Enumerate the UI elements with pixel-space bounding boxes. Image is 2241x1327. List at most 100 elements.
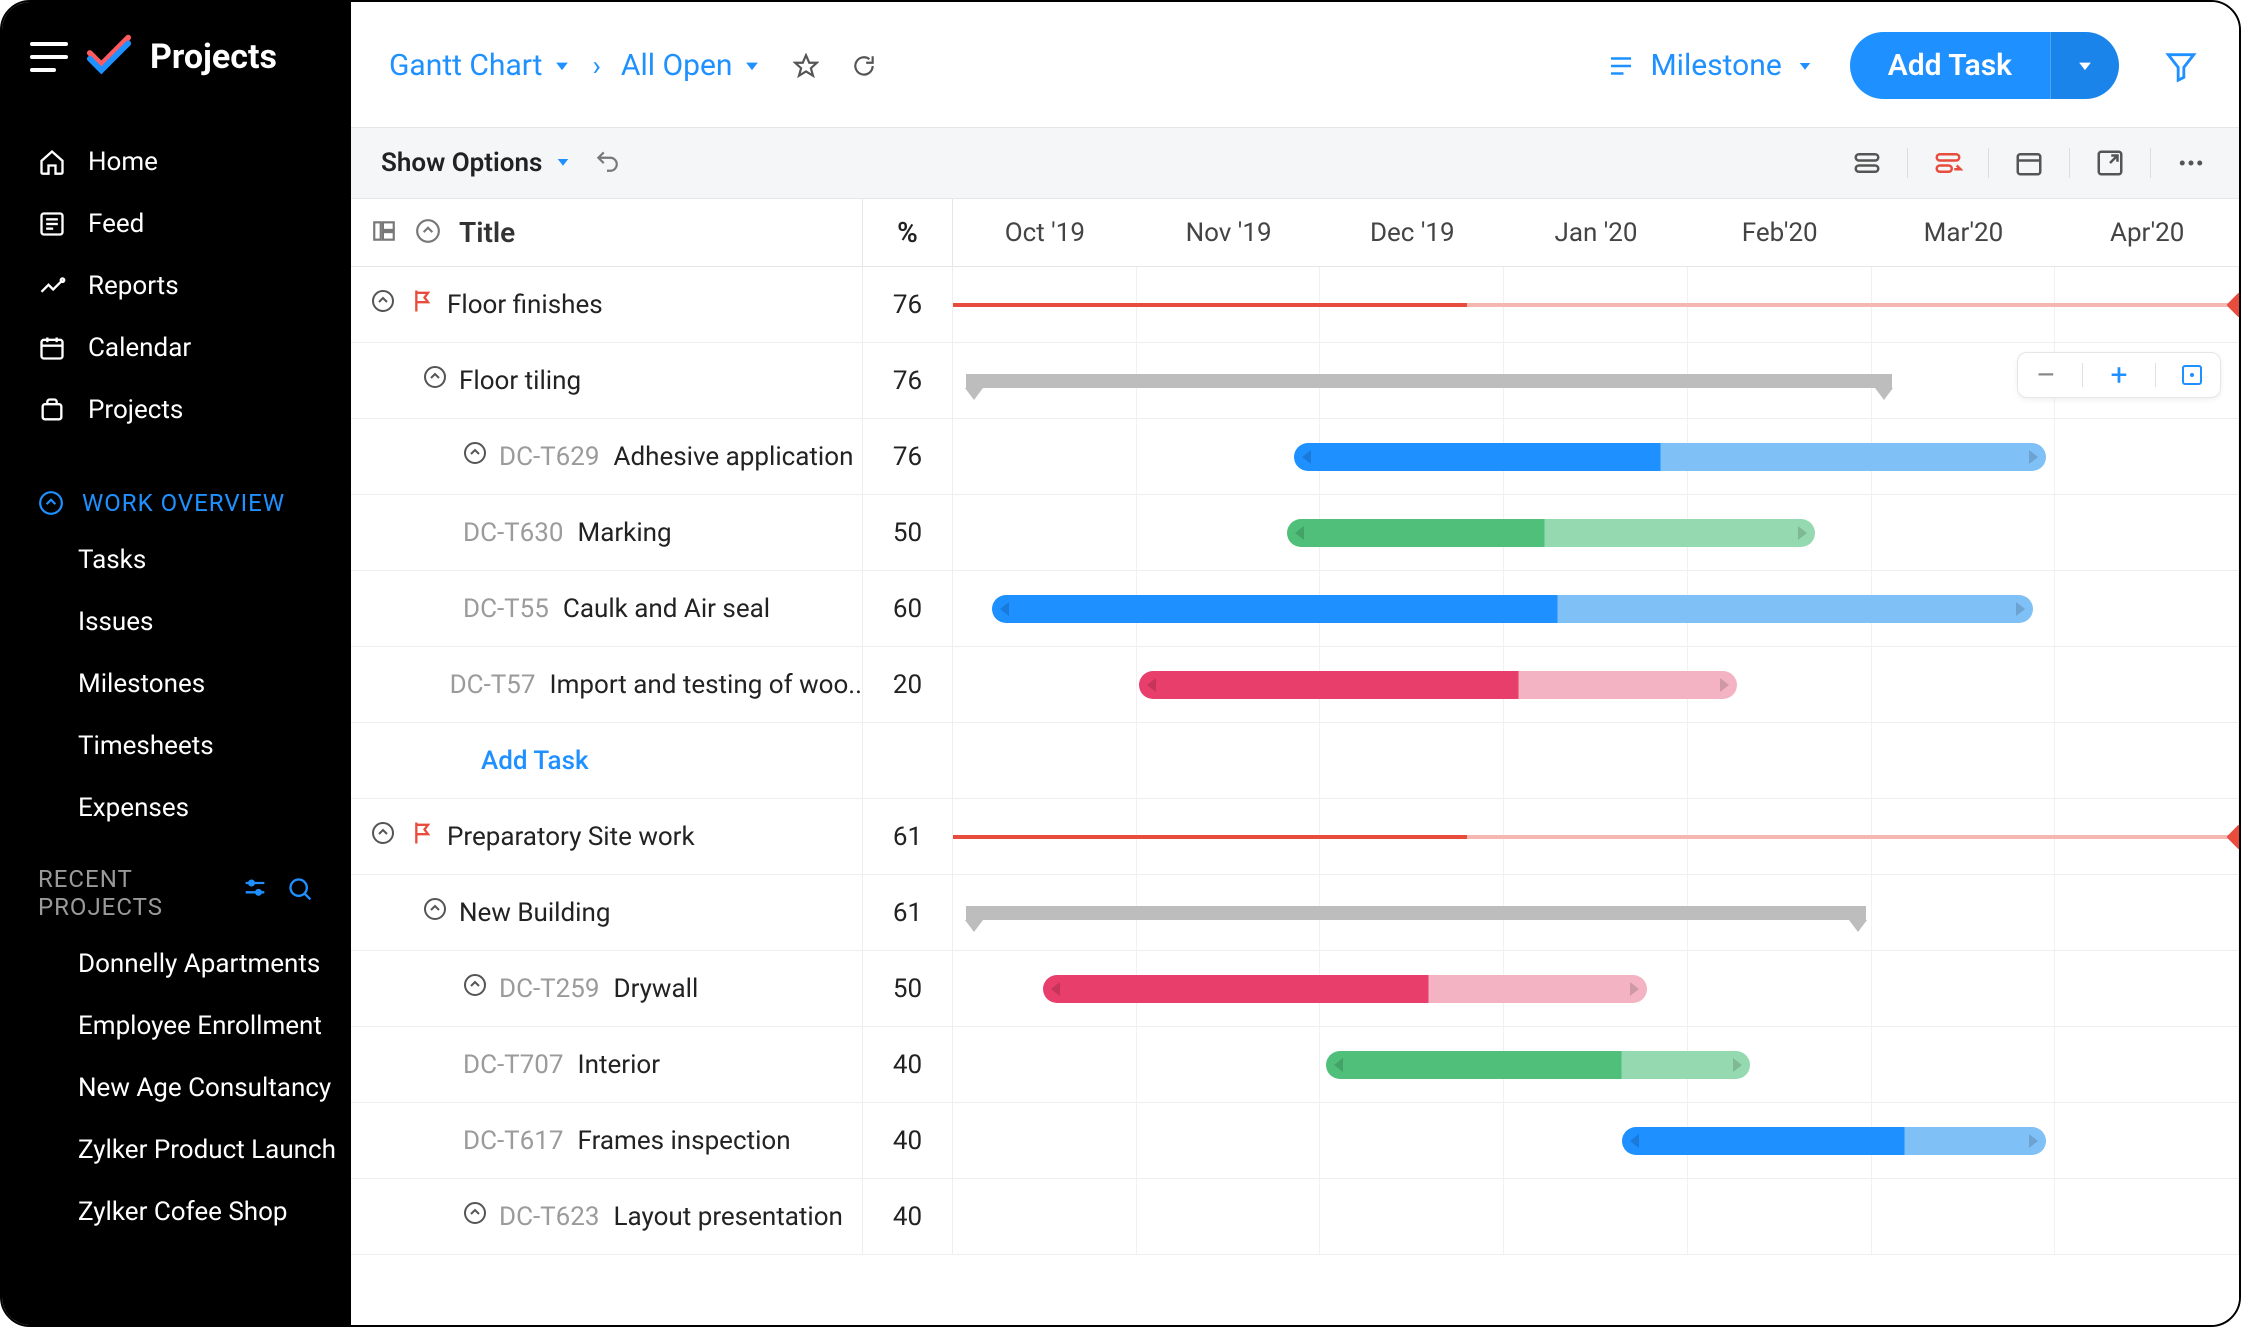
filter-button[interactable] (2161, 46, 2201, 86)
collapse-icon[interactable] (463, 1201, 487, 1232)
bar-handle-left-icon[interactable] (1051, 982, 1060, 996)
task-bar[interactable] (1139, 671, 1737, 699)
nav-reports[interactable]: Reports (2, 255, 351, 317)
collapse-icon[interactable] (463, 973, 487, 1004)
refresh-button[interactable] (850, 52, 878, 80)
nav-projects[interactable]: Projects (2, 379, 351, 441)
task-bar[interactable] (1294, 443, 2046, 471)
nav-tasks[interactable]: Tasks (2, 529, 351, 591)
undo-button[interactable] (594, 148, 624, 178)
search-icon[interactable] (287, 876, 315, 910)
timeline-cell[interactable] (953, 951, 2239, 1026)
menu-icon[interactable] (30, 42, 68, 72)
bar-handle-right-icon[interactable] (1720, 678, 1729, 692)
summary-bar[interactable] (966, 906, 1866, 920)
settings-sliders-icon[interactable] (241, 876, 269, 910)
nav-calendar[interactable]: Calendar (2, 317, 351, 379)
nav-label: Timesheets (78, 731, 214, 761)
row-title-cell[interactable]: DC-T259 Drywall (351, 951, 863, 1026)
collapse-all-icon[interactable] (415, 218, 441, 248)
timeline-cell[interactable] (953, 267, 2239, 342)
recent-project-item[interactable]: Zylker Product Launch (2, 1119, 351, 1181)
collapse-icon[interactable] (371, 289, 395, 320)
row-title-cell[interactable]: New Building (351, 875, 863, 950)
group-by-dropdown[interactable]: Milestone (1606, 48, 1813, 83)
task-bar[interactable] (1043, 975, 1647, 1003)
row-title-cell[interactable]: Floor tiling (351, 343, 863, 418)
timeline-cell[interactable] (953, 799, 2239, 874)
timeline-cell[interactable] (953, 1179, 2239, 1254)
row-title-cell[interactable]: DC-T630 Marking (351, 495, 863, 570)
timeline-cell[interactable] (953, 1103, 2239, 1178)
row-title-cell[interactable]: DC-T55 Caulk and Air seal (351, 571, 863, 646)
bar-handle-right-icon[interactable] (2029, 450, 2038, 464)
timeline-cell[interactable] (953, 495, 2239, 570)
fullscreen-button[interactable] (2092, 145, 2128, 181)
milestone-line[interactable] (953, 835, 2239, 839)
bar-handle-left-icon[interactable] (1334, 1058, 1343, 1072)
timeline-cell[interactable] (953, 571, 2239, 646)
collapse-icon[interactable] (423, 897, 447, 928)
toolbar-icon-2[interactable] (1930, 145, 1966, 181)
row-title-cell[interactable]: Floor finishes (351, 267, 863, 342)
view-dropdown[interactable]: Gantt Chart (389, 48, 572, 83)
nav-home[interactable]: Home (2, 131, 351, 193)
recent-project-item[interactable]: New Age Consultancy (2, 1057, 351, 1119)
pct-cell: 40 (863, 1179, 953, 1254)
bar-handle-left-icon[interactable] (1630, 1134, 1639, 1148)
zoom-out-button[interactable]: – (2032, 361, 2060, 389)
bar-handle-right-icon[interactable] (1630, 982, 1639, 996)
task-bar[interactable] (1622, 1127, 2046, 1155)
row-title-cell[interactable]: DC-T629 Adhesive application (351, 419, 863, 494)
timeline-cell[interactable] (953, 419, 2239, 494)
nav-issues[interactable]: Issues (2, 591, 351, 653)
nav-timesheets[interactable]: Timesheets (2, 715, 351, 777)
fit-button[interactable] (2178, 361, 2206, 389)
row-title-cell[interactable]: Preparatory Site work (351, 799, 863, 874)
timeline-cell[interactable] (953, 875, 2239, 950)
columns-icon[interactable] (371, 218, 397, 248)
today-button[interactable] (2011, 145, 2047, 181)
filter-dropdown[interactable]: All Open (621, 48, 763, 83)
milestone-diamond-icon[interactable] (2226, 824, 2241, 849)
summary-bar[interactable] (966, 374, 1892, 388)
show-options-dropdown[interactable]: Show Options (381, 148, 572, 178)
more-button[interactable] (2173, 145, 2209, 181)
task-bar[interactable] (1326, 1051, 1750, 1079)
recent-project-item[interactable]: Donnelly Apartments (2, 933, 351, 995)
collapse-icon[interactable] (463, 441, 487, 472)
bar-handle-right-icon[interactable] (1733, 1058, 1742, 1072)
milestone-diamond-icon[interactable] (2226, 292, 2241, 317)
bar-handle-left-icon[interactable] (1295, 526, 1304, 540)
row-title-cell[interactable]: DC-T707 Interior (351, 1027, 863, 1102)
task-bar[interactable] (1287, 519, 1814, 547)
row-title-cell[interactable]: DC-T617 Frames inspection (351, 1103, 863, 1178)
task-bar[interactable] (992, 595, 2034, 623)
row-title-cell[interactable]: DC-T623 Layout presentation (351, 1179, 863, 1254)
nav-milestones[interactable]: Milestones (2, 653, 351, 715)
timeline-cell[interactable] (953, 723, 2239, 798)
bar-handle-left-icon[interactable] (1147, 678, 1156, 692)
bar-handle-left-icon[interactable] (1302, 450, 1311, 464)
toolbar-icon-1[interactable] (1849, 145, 1885, 181)
recent-project-item[interactable]: Zylker Cofee Shop (2, 1181, 351, 1243)
milestone-line[interactable] (953, 303, 2239, 307)
favorite-button[interactable] (792, 52, 820, 80)
bar-handle-right-icon[interactable] (2016, 602, 2025, 616)
bar-handle-left-icon[interactable] (1000, 602, 1009, 616)
bar-handle-right-icon[interactable] (2029, 1134, 2038, 1148)
zoom-in-button[interactable]: + (2105, 361, 2133, 389)
row-title-cell[interactable]: DC-T57 Import and testing of woo.. (351, 647, 863, 722)
nav-expenses[interactable]: Expenses (2, 777, 351, 839)
add-task-button[interactable]: Add Task (1850, 32, 2050, 99)
timeline-cell[interactable] (953, 647, 2239, 722)
nav-feed[interactable]: Feed (2, 193, 351, 255)
collapse-icon[interactable] (371, 821, 395, 852)
work-overview-header[interactable]: WORK OVERVIEW (2, 463, 351, 529)
add-task-dropdown[interactable] (2050, 32, 2119, 99)
add-task-inline[interactable]: Add Task (351, 723, 863, 798)
bar-handle-right-icon[interactable] (1798, 526, 1807, 540)
recent-project-item[interactable]: Employee Enrollment (2, 995, 351, 1057)
collapse-icon[interactable] (423, 365, 447, 396)
timeline-cell[interactable] (953, 1027, 2239, 1102)
